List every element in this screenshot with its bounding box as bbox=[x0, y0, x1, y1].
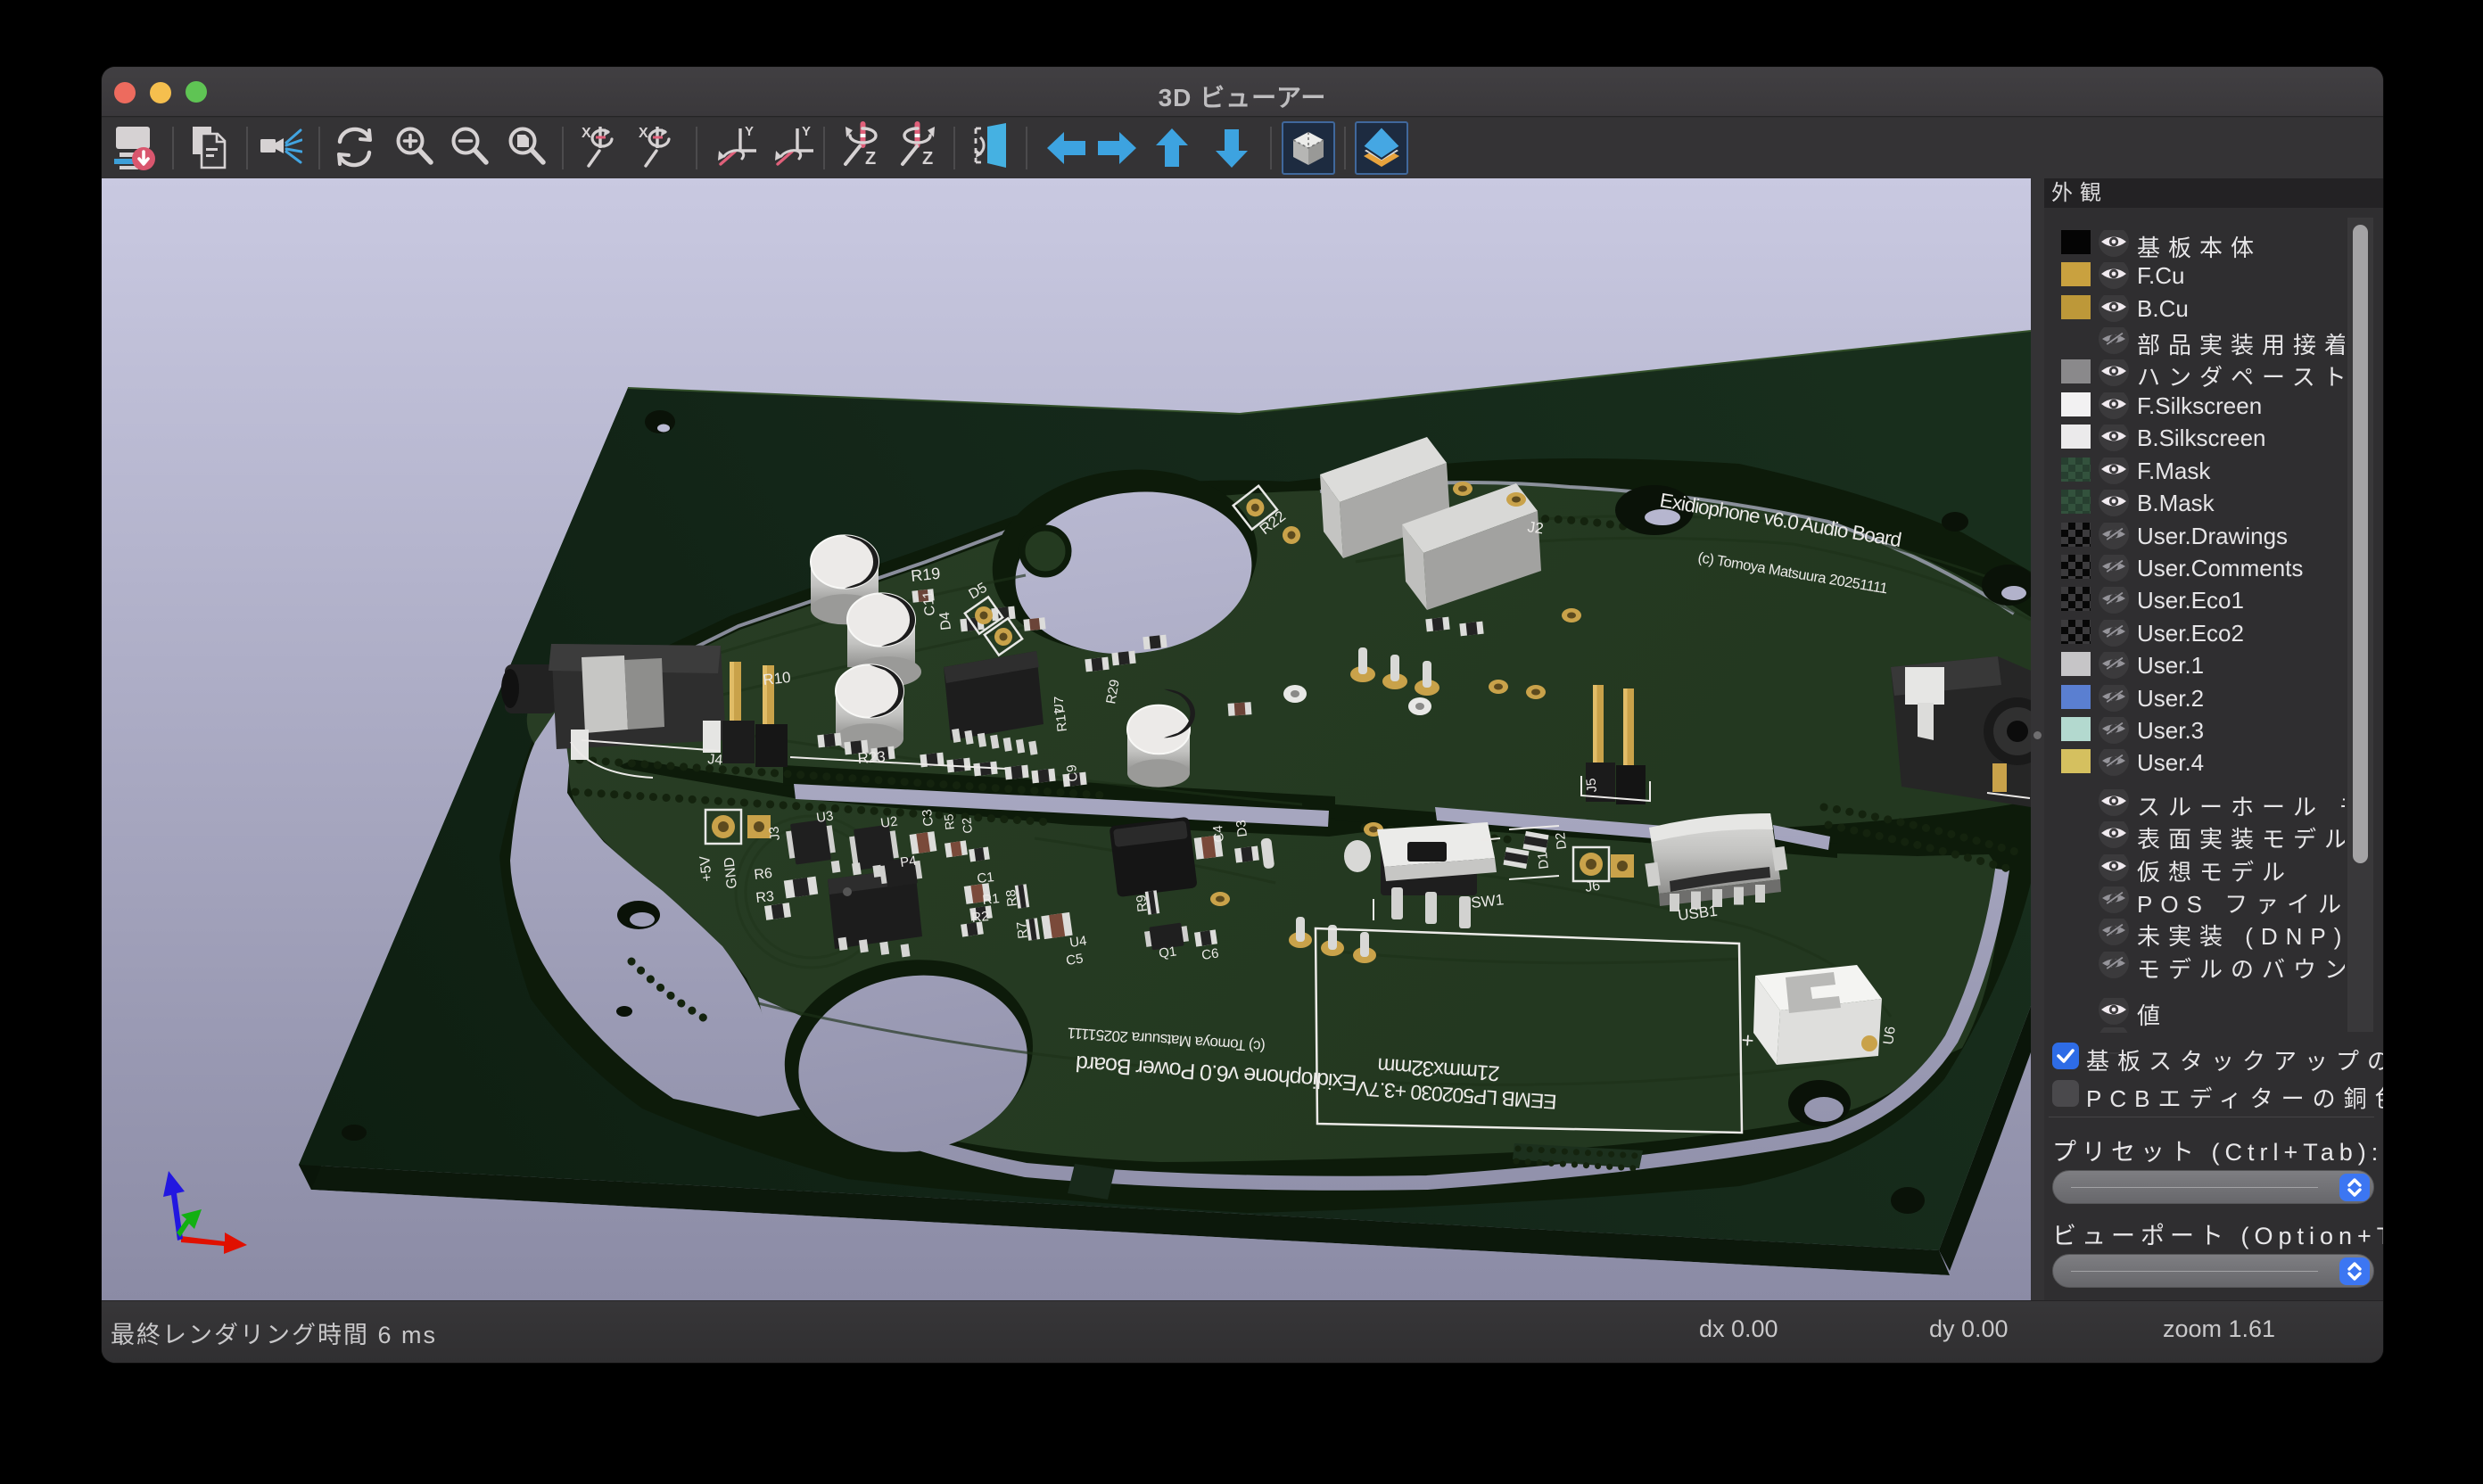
svg-text:D2: D2 bbox=[1553, 831, 1570, 850]
svg-text:J2: J2 bbox=[1526, 518, 1544, 537]
svg-text:C3: C3 bbox=[920, 808, 936, 827]
svg-text:C4: C4 bbox=[1210, 824, 1227, 843]
svg-text:U6: U6 bbox=[1881, 1026, 1899, 1046]
svg-text:SW1: SW1 bbox=[1470, 891, 1505, 911]
svg-text:C6: C6 bbox=[1200, 945, 1219, 963]
svg-text:U3: U3 bbox=[815, 808, 834, 826]
svg-text:J6: J6 bbox=[1584, 878, 1601, 895]
svg-text:U7: U7 bbox=[1052, 697, 1067, 713]
svg-text:R6: R6 bbox=[754, 866, 773, 883]
svg-text:Q1: Q1 bbox=[1158, 944, 1177, 961]
svg-text:X: X bbox=[639, 126, 648, 141]
svg-text:D3: D3 bbox=[1233, 819, 1250, 837]
svg-text:C5: C5 bbox=[1065, 951, 1084, 969]
svg-text:R9: R9 bbox=[1134, 894, 1151, 912]
svg-text:+: + bbox=[1741, 1028, 1755, 1053]
svg-text:D4: D4 bbox=[937, 611, 954, 631]
svg-text:D1: D1 bbox=[1535, 851, 1552, 870]
svg-text:R10: R10 bbox=[762, 669, 791, 688]
svg-text:R8: R8 bbox=[1003, 888, 1020, 907]
svg-text:C9: C9 bbox=[1064, 763, 1081, 782]
svg-text:P4: P4 bbox=[899, 853, 918, 870]
svg-text:Y: Y bbox=[745, 124, 754, 139]
svg-text:J3: J3 bbox=[766, 826, 783, 842]
svg-text:C1: C1 bbox=[977, 870, 995, 886]
svg-text:C2: C2 bbox=[959, 817, 975, 835]
svg-text:R3: R3 bbox=[755, 889, 775, 906]
svg-text:U4: U4 bbox=[1068, 933, 1087, 951]
svg-text:C11: C11 bbox=[920, 589, 938, 616]
svg-text:Z: Z bbox=[922, 149, 933, 169]
svg-text:J5: J5 bbox=[1583, 778, 1600, 794]
svg-text:R23: R23 bbox=[857, 748, 886, 767]
svg-text:Y: Y bbox=[802, 124, 811, 139]
svg-text:J4: J4 bbox=[707, 752, 723, 768]
svg-text:R2: R2 bbox=[971, 909, 990, 926]
svg-text:+5V: +5V bbox=[697, 854, 715, 882]
svg-text:Z: Z bbox=[865, 149, 876, 169]
svg-text:R1: R1 bbox=[982, 891, 1001, 908]
svg-text:U2: U2 bbox=[879, 813, 898, 831]
svg-text:R7: R7 bbox=[1014, 920, 1031, 939]
svg-text:X: X bbox=[582, 126, 591, 141]
svg-text:R5: R5 bbox=[941, 813, 957, 831]
svg-text:R19: R19 bbox=[910, 565, 941, 585]
